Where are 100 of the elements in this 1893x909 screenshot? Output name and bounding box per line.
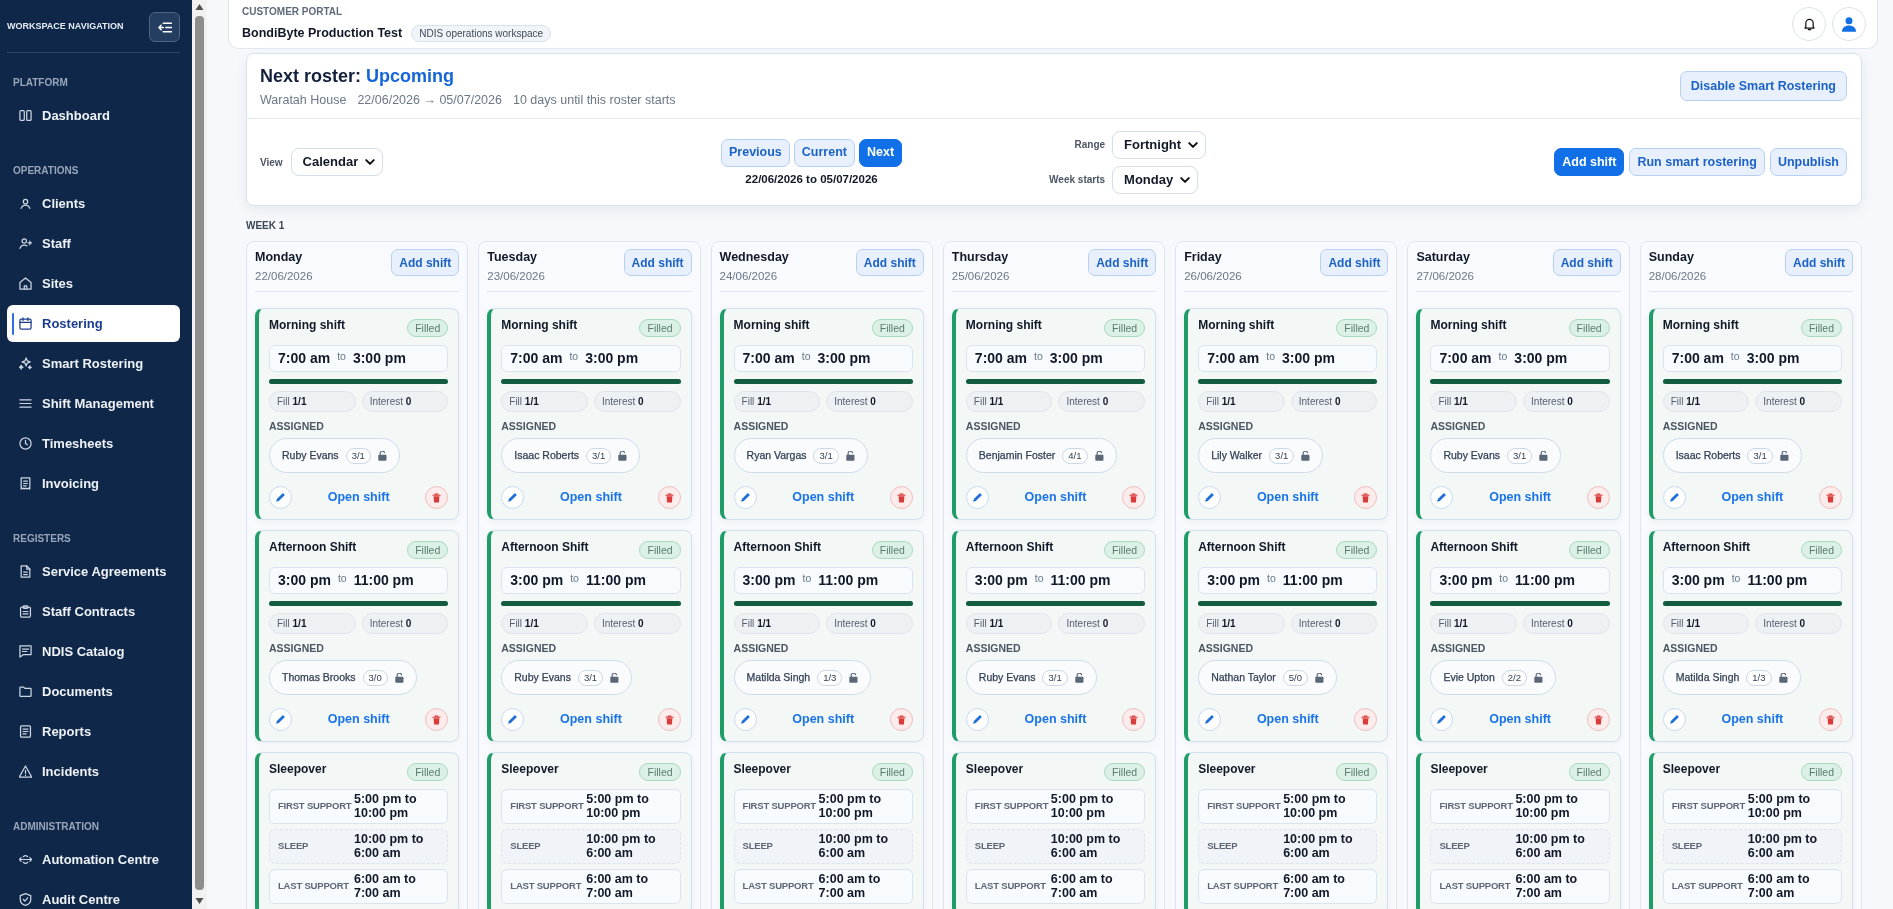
week-start-select[interactable]: Monday xyxy=(1112,165,1199,194)
assignee-chip[interactable]: Ryan Vargas 3/1 xyxy=(733,438,868,473)
delete-shift-button[interactable] xyxy=(1586,708,1610,731)
add-shift-button[interactable]: Add shift xyxy=(855,249,924,276)
toolbar-button[interactable]: Add shift xyxy=(1554,148,1625,176)
assignee-chip[interactable]: Benjamin Foster 4/1 xyxy=(965,438,1117,473)
assignee-chip[interactable]: Nathan Taylor 5/0 xyxy=(1198,660,1337,695)
add-shift-button[interactable]: Add shift xyxy=(1088,249,1157,276)
add-shift-button[interactable]: Add shift xyxy=(391,249,460,276)
add-shift-button[interactable]: Add shift xyxy=(1552,249,1621,276)
open-shift-link[interactable]: Open shift xyxy=(1721,710,1784,729)
nav-item[interactable]: Reports xyxy=(7,713,180,750)
edit-shift-button[interactable] xyxy=(1662,486,1686,509)
delete-shift-button[interactable] xyxy=(1122,708,1146,731)
padlock-icon[interactable] xyxy=(1074,672,1084,683)
edit-shift-button[interactable] xyxy=(1198,486,1222,509)
nav-item[interactable]: Rostering xyxy=(7,305,180,342)
profile-button[interactable] xyxy=(1832,7,1866,41)
nav-item[interactable]: Timesheets xyxy=(7,425,180,462)
nav-item[interactable]: Shift Management xyxy=(7,385,180,422)
assignee-chip[interactable]: Ruby Evans 3/1 xyxy=(965,660,1097,695)
nav-item[interactable]: Incidents xyxy=(7,753,180,790)
period-nav-button[interactable]: Next xyxy=(858,138,903,167)
nav-item[interactable]: Automation Centre xyxy=(7,841,180,878)
edit-shift-button[interactable] xyxy=(733,708,757,731)
delete-shift-button[interactable] xyxy=(1819,708,1842,731)
disable-smart-rostering-button[interactable]: Disable Smart Rostering xyxy=(1679,71,1847,101)
view-select[interactable]: Calendar xyxy=(290,148,384,176)
open-shift-link[interactable]: Open shift xyxy=(1024,488,1087,507)
padlock-icon[interactable] xyxy=(849,672,859,683)
nav-item[interactable]: Staff xyxy=(7,225,180,262)
assignee-chip[interactable]: Matilda Singh 1/3 xyxy=(1662,660,1801,695)
edit-shift-button[interactable] xyxy=(501,486,525,509)
open-shift-link[interactable]: Open shift xyxy=(560,488,622,507)
edit-shift-button[interactable] xyxy=(269,486,292,509)
padlock-icon[interactable] xyxy=(394,672,404,683)
edit-shift-button[interactable] xyxy=(1430,486,1454,509)
nav-item[interactable]: Documents xyxy=(7,673,180,710)
period-nav-button[interactable]: Previous xyxy=(721,138,790,167)
add-shift-button[interactable]: Add shift xyxy=(1785,249,1853,276)
nav-item[interactable]: Service Agreements xyxy=(7,553,180,590)
edit-shift-button[interactable] xyxy=(1198,708,1222,731)
padlock-icon[interactable] xyxy=(1779,450,1789,461)
range-select[interactable]: Fortnight xyxy=(1112,130,1207,159)
nav-item[interactable]: Invoicing xyxy=(7,465,180,502)
padlock-icon[interactable] xyxy=(1534,672,1543,683)
nav-item[interactable]: Staff Contracts xyxy=(7,593,180,630)
toolbar-button[interactable]: Run smart rostering xyxy=(1629,148,1765,176)
open-shift-link[interactable]: Open shift xyxy=(1256,710,1319,729)
open-shift-link[interactable]: Open shift xyxy=(1024,710,1087,729)
padlock-icon[interactable] xyxy=(845,450,855,461)
padlock-icon[interactable] xyxy=(1539,450,1549,461)
open-shift-link[interactable]: Open shift xyxy=(560,710,622,729)
add-shift-button[interactable]: Add shift xyxy=(1320,249,1389,276)
open-shift-link[interactable]: Open shift xyxy=(1489,710,1551,729)
edit-shift-button[interactable] xyxy=(1662,708,1686,731)
add-shift-button[interactable]: Add shift xyxy=(623,249,692,276)
delete-shift-button[interactable] xyxy=(1354,486,1378,509)
assignee-chip[interactable]: Ruby Evans 3/1 xyxy=(501,660,633,695)
open-shift-link[interactable]: Open shift xyxy=(1721,488,1784,507)
padlock-icon[interactable] xyxy=(1778,672,1788,683)
nav-item[interactable]: Clients xyxy=(7,185,180,222)
open-shift-link[interactable]: Open shift xyxy=(327,710,390,729)
nav-item[interactable]: Dashboard xyxy=(7,97,180,134)
delete-shift-button[interactable] xyxy=(425,708,449,731)
padlock-icon[interactable] xyxy=(1094,450,1104,461)
delete-shift-button[interactable] xyxy=(657,486,681,509)
nav-item[interactable]: Smart Rostering xyxy=(7,345,180,382)
notifications-button[interactable] xyxy=(1792,7,1826,41)
delete-shift-button[interactable] xyxy=(889,708,913,731)
nav-item[interactable]: NDIS Catalog xyxy=(7,633,180,670)
sidebar-scrollbar[interactable] xyxy=(192,0,207,909)
edit-shift-button[interactable] xyxy=(501,708,525,731)
assignee-chip[interactable]: Ruby Evans 3/1 xyxy=(1430,438,1562,473)
edit-shift-button[interactable] xyxy=(1430,708,1454,731)
assignee-chip[interactable]: Isaac Roberts 3/1 xyxy=(1662,438,1802,473)
nav-item[interactable]: Sites xyxy=(7,265,180,302)
nav-item[interactable]: Audit Centre xyxy=(7,881,180,909)
edit-shift-button[interactable] xyxy=(269,708,292,731)
assignee-chip[interactable]: Matilda Singh 1/3 xyxy=(733,660,872,695)
padlock-icon[interactable] xyxy=(1314,672,1324,683)
padlock-icon[interactable] xyxy=(1301,450,1311,461)
edit-shift-button[interactable] xyxy=(733,486,757,509)
delete-shift-button[interactable] xyxy=(1819,486,1842,509)
open-shift-link[interactable]: Open shift xyxy=(1489,488,1551,507)
delete-shift-button[interactable] xyxy=(425,486,449,509)
delete-shift-button[interactable] xyxy=(1122,486,1146,509)
padlock-icon[interactable] xyxy=(618,450,628,461)
delete-shift-button[interactable] xyxy=(657,708,681,731)
assignee-chip[interactable]: Ruby Evans 3/1 xyxy=(269,438,400,473)
assignee-chip[interactable]: Isaac Roberts 3/1 xyxy=(501,438,641,473)
edit-shift-button[interactable] xyxy=(965,486,989,509)
padlock-icon[interactable] xyxy=(610,672,620,683)
period-nav-button[interactable]: Current xyxy=(793,138,855,167)
assignee-chip[interactable]: Lily Walker 3/1 xyxy=(1198,438,1324,473)
collapse-sidebar-button[interactable] xyxy=(149,12,180,42)
assignee-chip[interactable]: Evie Upton 2/2 xyxy=(1430,660,1556,695)
open-shift-link[interactable]: Open shift xyxy=(1256,488,1319,507)
toolbar-button[interactable]: Unpublish xyxy=(1769,148,1847,176)
padlock-icon[interactable] xyxy=(377,450,387,461)
